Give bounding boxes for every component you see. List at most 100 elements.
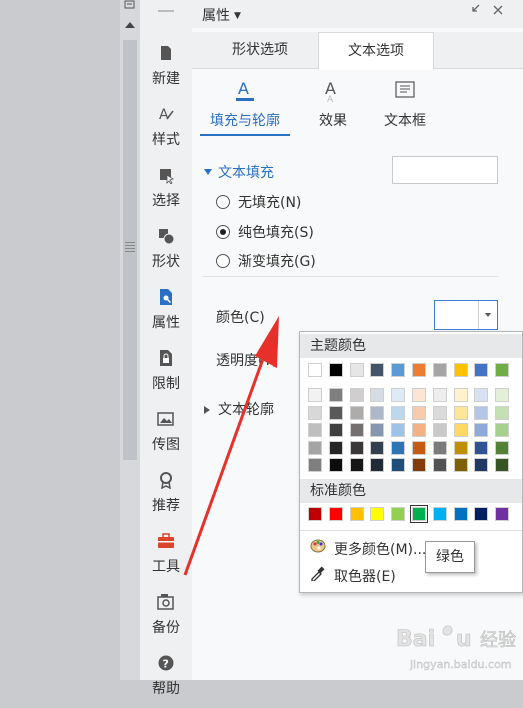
color-swatch-selected[interactable] (410, 505, 428, 523)
tab-text-options[interactable]: 文本选项 (318, 32, 434, 70)
panel-title-dropdown[interactable]: 属性 ▼ (202, 5, 241, 25)
color-swatch[interactable] (370, 423, 385, 437)
more-colors-option[interactable]: 更多颜色(M)... (310, 538, 426, 559)
subtab-fill-outline[interactable]: A 填充与轮廓 (200, 72, 290, 136)
nav-item-select[interactable]: 选择 (140, 160, 192, 220)
vertical-scrollbar[interactable] (120, 0, 140, 680)
color-swatch[interactable] (432, 423, 447, 437)
nav-item-new[interactable]: 新建 (140, 38, 192, 98)
color-picker-dropdown[interactable] (434, 300, 498, 330)
nav-item-help[interactable]: ? 帮助 (140, 648, 192, 708)
color-swatch[interactable] (391, 507, 406, 521)
color-swatch[interactable] (412, 363, 426, 377)
color-swatch[interactable] (453, 507, 468, 521)
color-swatch[interactable] (370, 458, 385, 472)
color-swatch[interactable] (495, 458, 510, 472)
color-swatch[interactable] (328, 507, 343, 521)
nav-item-shape[interactable]: 形状 (140, 221, 192, 281)
color-swatch[interactable] (412, 388, 426, 402)
color-swatch[interactable] (495, 423, 510, 437)
color-swatch[interactable] (328, 458, 343, 472)
radio-no-fill[interactable]: 无填充(N) (216, 192, 301, 212)
chevron-down-icon[interactable] (478, 301, 497, 329)
eyedropper-option[interactable]: 取色器(E) (310, 565, 396, 586)
color-swatch[interactable] (391, 458, 406, 472)
color-swatch[interactable] (474, 440, 489, 455)
color-swatch[interactable] (308, 507, 322, 521)
color-swatch[interactable] (412, 423, 426, 437)
color-swatch[interactable] (474, 458, 489, 472)
nav-item-recommend[interactable]: 推荐 (140, 465, 192, 525)
tab-shape-options[interactable]: 形状选项 (202, 32, 318, 68)
color-swatch[interactable] (308, 388, 322, 402)
color-swatch[interactable] (349, 363, 364, 377)
color-swatch[interactable] (308, 405, 322, 420)
color-swatch[interactable] (432, 388, 447, 402)
color-swatch[interactable] (370, 363, 385, 377)
color-swatch[interactable] (453, 440, 468, 455)
color-swatch[interactable] (412, 440, 426, 455)
color-swatch[interactable] (453, 363, 468, 377)
outline-section-header[interactable]: 文本轮廓 (204, 399, 274, 419)
color-swatch[interactable] (495, 363, 510, 377)
color-swatch[interactable] (308, 458, 322, 472)
radio-solid-fill[interactable]: 纯色填充(S) (216, 222, 314, 242)
fill-section-header[interactable]: 文本填充 (204, 162, 274, 182)
color-swatch[interactable] (474, 423, 489, 437)
fill-preview-box[interactable] (392, 156, 498, 184)
shrink-panel-icon[interactable] (468, 4, 480, 20)
color-swatch[interactable] (328, 423, 343, 437)
color-swatch[interactable] (349, 405, 364, 420)
color-swatch[interactable] (391, 440, 406, 455)
color-swatch[interactable] (474, 507, 489, 521)
color-swatch[interactable] (432, 405, 447, 420)
pin-icon[interactable] (124, 0, 136, 10)
color-swatch[interactable] (308, 363, 322, 377)
drag-handle[interactable] (158, 10, 174, 12)
color-swatch[interactable] (432, 458, 447, 472)
color-swatch[interactable] (474, 363, 489, 377)
nav-item-style[interactable]: A 样式 (140, 99, 192, 159)
color-swatch[interactable] (474, 405, 489, 420)
color-swatch[interactable] (391, 388, 406, 402)
color-swatch[interactable] (349, 507, 364, 521)
color-swatch[interactable] (453, 423, 468, 437)
color-swatch[interactable] (328, 440, 343, 455)
color-swatch[interactable] (370, 507, 385, 521)
scroll-up-arrow-icon[interactable] (125, 22, 135, 28)
subtab-textbox[interactable]: 文本框 (360, 72, 450, 130)
color-swatch[interactable] (391, 405, 406, 420)
color-swatch[interactable] (495, 405, 510, 420)
color-swatch[interactable] (412, 405, 426, 420)
color-swatch[interactable] (432, 363, 447, 377)
color-swatch[interactable] (349, 440, 364, 455)
color-swatch[interactable] (308, 423, 322, 437)
color-swatch[interactable] (495, 440, 510, 455)
color-swatch[interactable] (349, 388, 364, 402)
nav-item-restrict[interactable]: 限制 (140, 343, 192, 403)
color-swatch[interactable] (328, 405, 343, 420)
nav-item-backup[interactable]: 备份 (140, 587, 192, 647)
nav-item-upload-image[interactable]: 传图 (140, 404, 192, 464)
color-swatch[interactable] (328, 388, 343, 402)
color-swatch[interactable] (453, 405, 468, 420)
radio-gradient-fill[interactable]: 渐变填充(G) (216, 251, 316, 271)
color-swatch[interactable] (495, 388, 510, 402)
color-swatch[interactable] (432, 507, 447, 521)
color-swatch[interactable] (474, 388, 489, 402)
color-swatch[interactable] (370, 440, 385, 455)
nav-item-property[interactable]: 属性 (140, 282, 192, 342)
color-swatch[interactable] (349, 423, 364, 437)
color-swatch[interactable] (308, 440, 322, 455)
color-swatch[interactable] (370, 405, 385, 420)
color-swatch[interactable] (391, 423, 406, 437)
color-swatch[interactable] (370, 388, 385, 402)
color-swatch[interactable] (391, 363, 406, 377)
nav-item-toolbox[interactable]: 工具 (140, 526, 192, 586)
color-swatch[interactable] (453, 458, 468, 472)
color-swatch[interactable] (453, 388, 468, 402)
color-swatch[interactable] (328, 363, 343, 377)
color-swatch[interactable] (432, 440, 447, 455)
color-swatch[interactable] (412, 458, 426, 472)
close-icon[interactable] (492, 4, 504, 20)
